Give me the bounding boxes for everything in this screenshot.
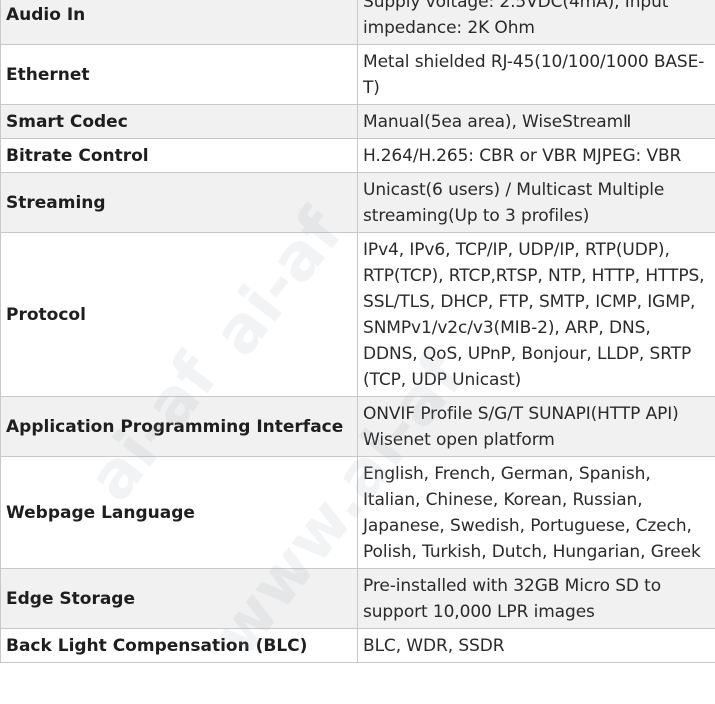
- row-value: Metal shielded RJ-45(10/100/1000 BASE-T): [357, 44, 715, 105]
- row-value: Unicast(6 users) / Multicast Multiple st…: [357, 172, 715, 233]
- row-value: English, French, German, Spanish, Italia…: [357, 456, 715, 569]
- row-label: Application Programming Interface: [0, 396, 358, 457]
- row-value: ONVIF Profile S/G/T SUNAPI(HTTP API) Wis…: [357, 396, 715, 457]
- table-row: Audio In Supply voltage: 2.5VDC(4mA), In…: [0, 0, 715, 45]
- row-value: Supply voltage: 2.5VDC(4mA), Input imped…: [357, 0, 715, 45]
- table-row: Smart Codec Manual(5ea area), WiseStream…: [0, 104, 715, 139]
- row-label: Back Light Compensation (BLC): [0, 628, 358, 663]
- row-value: H.264/H.265: CBR or VBR MJPEG: VBR: [357, 138, 715, 173]
- spec-table: Audio In Supply voltage: 2.5VDC(4mA), In…: [0, 0, 715, 663]
- table-row: Ethernet Metal shielded RJ-45(10/100/100…: [0, 44, 715, 105]
- table-row: Application Programming Interface ONVIF …: [0, 396, 715, 457]
- row-label: Edge Storage: [0, 568, 358, 629]
- table-row: Back Light Compensation (BLC) BLC, WDR, …: [0, 628, 715, 663]
- row-label: Protocol: [0, 232, 358, 397]
- row-value: BLC, WDR, SSDR: [357, 628, 715, 663]
- table-row: Protocol IPv4, IPv6, TCP/IP, UDP/IP, RTP…: [0, 232, 715, 397]
- table-row: Streaming Unicast(6 users) / Multicast M…: [0, 172, 715, 233]
- row-label: Ethernet: [0, 44, 358, 105]
- row-label: Audio In: [0, 0, 358, 45]
- row-label: Smart Codec: [0, 104, 358, 139]
- row-label: Streaming: [0, 172, 358, 233]
- row-value: Pre-installed with 32GB Micro SD to supp…: [357, 568, 715, 629]
- table-row: Edge Storage Pre-installed with 32GB Mic…: [0, 568, 715, 629]
- table-row: Bitrate Control H.264/H.265: CBR or VBR …: [0, 138, 715, 173]
- row-value: IPv4, IPv6, TCP/IP, UDP/IP, RTP(UDP), RT…: [357, 232, 715, 397]
- row-value: Manual(5ea area), WiseStreamⅡ: [357, 104, 715, 139]
- table-row: Webpage Language English, French, German…: [0, 456, 715, 569]
- row-label: Bitrate Control: [0, 138, 358, 173]
- row-label: Webpage Language: [0, 456, 358, 569]
